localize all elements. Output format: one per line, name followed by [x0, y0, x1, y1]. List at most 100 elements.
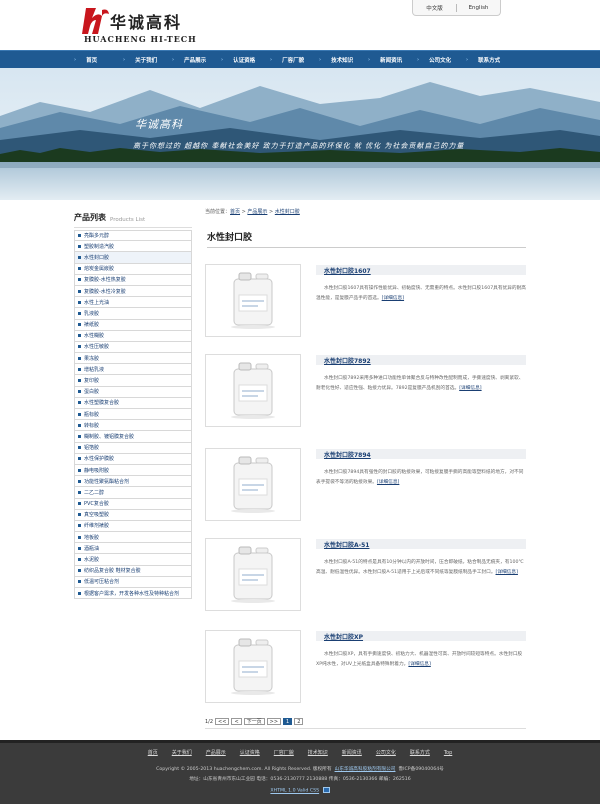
- product-detail-link[interactable]: [详细信息]: [496, 570, 518, 575]
- sidebar-item[interactable]: 地板胶: [74, 532, 192, 544]
- next-page-button[interactable]: 下一页: [243, 718, 265, 725]
- nav-item-certification[interactable]: › 认证资格: [221, 51, 270, 69]
- logo-text-en: HUACHENG HI-TECH: [84, 34, 197, 44]
- footer-link[interactable]: 首页: [148, 750, 158, 756]
- product-jug-image: [231, 456, 275, 513]
- sidebar-item[interactable]: 乳液胶: [74, 308, 192, 320]
- breadcrumb-home-link[interactable]: 首页: [230, 209, 240, 215]
- pagination: 1/2 << < 下一页 >> 1 2: [205, 718, 304, 725]
- nav-label: 联系方式: [478, 58, 501, 64]
- footer-company-link[interactable]: 山东华诚高科胶粘剂有限公司: [335, 767, 396, 772]
- product-detail-link[interactable]: [详细信息]: [459, 386, 481, 391]
- sidebar-item[interactable]: 增粘乳液: [74, 364, 192, 376]
- sidebar-item[interactable]: 蛋白胶: [74, 386, 192, 398]
- product-thumbnail[interactable]: [205, 630, 301, 703]
- sidebar-item-label: 塑胶制造汽胶: [84, 243, 115, 250]
- header: 华诚高科 HUACHENG HI-TECH 中文版 English: [0, 0, 600, 50]
- bullet-icon: [78, 323, 81, 327]
- lang-en-link[interactable]: English: [457, 5, 500, 11]
- sidebar-item[interactable]: 亮酯多元醇: [74, 230, 192, 242]
- sidebar-item[interactable]: 复印胶: [74, 375, 192, 387]
- nav-item-products[interactable]: › 产品展示: [172, 51, 221, 69]
- nav-item-factory[interactable]: › 厂容厂貌: [270, 51, 319, 69]
- sidebar-item[interactable]: 水性糊胶: [74, 330, 192, 342]
- sidebar-item[interactable]: 水性封口胶: [74, 252, 192, 264]
- breadcrumb-current-link[interactable]: 水性封口胶: [275, 209, 300, 215]
- sidebar-item[interactable]: 转标胶: [74, 420, 192, 432]
- footer-link[interactable]: 公司文化: [376, 750, 396, 756]
- footer-link[interactable]: 联系方式: [410, 750, 430, 756]
- validator-link[interactable]: XHTML 1.0 Valid CSS: [270, 789, 319, 794]
- footer-link[interactable]: 关于我们: [172, 750, 192, 756]
- product-name-link[interactable]: 水性封口胶7892: [316, 355, 526, 365]
- page-1-button[interactable]: 1: [283, 718, 293, 725]
- sidebar-item[interactable]: 水性保护膜胶: [74, 453, 192, 465]
- footer-link[interactable]: 认证资格: [240, 750, 260, 756]
- sidebar-item[interactable]: 复膜胶-水性冷复胶: [74, 285, 192, 298]
- sidebar-item[interactable]: 酒瓶油: [74, 543, 192, 555]
- sidebar-item-label: 瓶标胶: [84, 411, 100, 418]
- sidebar-item[interactable]: 真空吸塑胶: [74, 509, 192, 521]
- footer-link[interactable]: 新闻资讯: [342, 750, 362, 756]
- sidebar-item[interactable]: 水性塑膜复合胶: [74, 397, 192, 409]
- product-detail-link[interactable]: [详细信息]: [382, 296, 404, 301]
- nav-label: 关于我们: [135, 58, 158, 64]
- bullet-icon: [78, 569, 81, 573]
- sidebar-item[interactable]: 裱纸胶: [74, 319, 192, 331]
- sidebar-item-label: 地板胶: [84, 534, 100, 541]
- sidebar-subtitle: Products List: [110, 217, 146, 223]
- breadcrumb-products-link[interactable]: 产品展示: [247, 209, 267, 215]
- nav-arrow-icon: ›: [466, 57, 469, 63]
- last-page-button[interactable]: >>: [266, 718, 282, 725]
- sidebar-item[interactable]: 根据客户需求，开发各种水性及特种粘合剂: [74, 588, 192, 600]
- product-name-link[interactable]: 水性封口胶1607: [316, 265, 526, 275]
- sidebar-item[interactable]: 果冻胶: [74, 353, 192, 365]
- sidebar-item[interactable]: 低温可压粘合剂: [74, 576, 192, 588]
- footer-link[interactable]: Top: [444, 750, 452, 756]
- product-thumbnail[interactable]: [205, 354, 301, 427]
- sidebar-item[interactable]: 纺织品复合胶 鞋材复合胶: [74, 565, 192, 577]
- nav-item-about[interactable]: › 关于我们: [123, 51, 172, 69]
- validator-badge-icon: [322, 787, 330, 793]
- page-2-button[interactable]: 2: [294, 718, 304, 725]
- sidebar-item[interactable]: 瓶标胶: [74, 409, 192, 421]
- product-thumbnail[interactable]: [205, 538, 301, 611]
- footer: 首页 关于我们 产品展示 认证资格 厂容厂貌 技术知识 新闻资讯 公司文化 联系方式 Top Co…: [0, 740, 600, 804]
- sidebar-item[interactable]: 塑胶制造汽胶: [74, 241, 192, 253]
- lang-cn-link[interactable]: 中文版: [413, 4, 456, 12]
- prev-page-button[interactable]: <: [231, 718, 242, 725]
- sidebar-item[interactable]: 水性压敏胶: [74, 341, 192, 354]
- sidebar-item[interactable]: 静电吸附胶: [74, 464, 192, 477]
- sidebar-item[interactable]: 熔炭金属嵌胶: [74, 263, 192, 275]
- sidebar-item[interactable]: 水泥胶: [74, 554, 192, 566]
- footer-link[interactable]: 技术知识: [308, 750, 328, 756]
- nav-item-news[interactable]: › 新闻资讯: [368, 51, 417, 69]
- product-name-link[interactable]: 水性封口胶7894: [316, 449, 526, 459]
- first-page-button[interactable]: <<: [215, 718, 230, 725]
- nav-item-home[interactable]: › 首页: [74, 51, 123, 69]
- sidebar-item[interactable]: PVC复合胶: [74, 498, 192, 510]
- bullet-icon: [78, 479, 81, 483]
- product-name-link[interactable]: 水性封口胶XP: [316, 631, 526, 641]
- product-detail-link[interactable]: [详细信息]: [408, 662, 430, 667]
- bullet-icon: [78, 535, 81, 539]
- sidebar-item[interactable]: 功能性聚氨酯粘合剂: [74, 476, 192, 488]
- sidebar-item[interactable]: 复膜胶-水性热复胶: [74, 274, 192, 286]
- footer-link[interactable]: 厂容厂貌: [274, 750, 294, 756]
- bullet-icon: [78, 580, 81, 584]
- sidebar-item[interactable]: 纤维剂裱胶: [74, 520, 192, 533]
- product-thumbnail[interactable]: [205, 264, 301, 337]
- sidebar-item[interactable]: 糊制胶、镀铝膜复合胶: [74, 431, 192, 443]
- footer-link[interactable]: 产品展示: [206, 750, 226, 756]
- sidebar-item[interactable]: 铝箔胶: [74, 442, 192, 454]
- nav-item-culture[interactable]: › 公司文化: [417, 51, 466, 69]
- nav-item-tech[interactable]: › 技术知识: [319, 51, 368, 69]
- sidebar-item-label: 水性压敏胶: [84, 344, 110, 351]
- sidebar-item[interactable]: 水性上光油: [74, 297, 192, 309]
- nav-item-contact[interactable]: › 联系方式: [466, 51, 515, 69]
- sidebar-item[interactable]: 二乙二醇: [74, 487, 192, 499]
- logo[interactable]: 华诚高科 HUACHENG HI-TECH: [82, 6, 212, 44]
- product-name-link[interactable]: 水性封口胶A-51: [316, 539, 526, 549]
- product-thumbnail[interactable]: [205, 448, 301, 521]
- product-detail-link[interactable]: [详细信息]: [377, 480, 399, 485]
